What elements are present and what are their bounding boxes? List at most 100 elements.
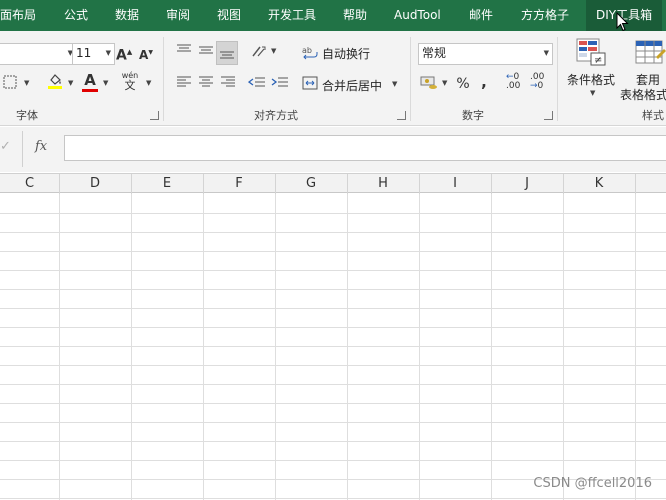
phonetic-bottom-label: 文	[124, 79, 136, 92]
number-format-box[interactable]: 常规 ▼	[418, 43, 553, 65]
comma-style-button[interactable]: ,	[477, 73, 491, 91]
grid-column-line	[59, 194, 60, 500]
grid-row-line	[0, 403, 666, 404]
chevron-down-icon[interactable]: ▼	[68, 79, 73, 87]
font-dialog-launcher-icon[interactable]	[150, 111, 159, 120]
column-header-d[interactable]: D	[59, 174, 132, 194]
tab-view[interactable]: 视图	[217, 0, 241, 31]
chevron-down-icon[interactable]: ▼	[24, 79, 29, 87]
merge-center-label[interactable]: 合并后居中	[322, 77, 382, 94]
column-header-i[interactable]: I	[419, 174, 492, 194]
align-left-icon[interactable]	[175, 75, 193, 95]
chevron-down-icon[interactable]: ▼	[442, 79, 447, 87]
number-group-label: 数字	[462, 109, 484, 122]
font-color-swatch	[82, 89, 98, 92]
increase-decimal-label: .00	[506, 81, 521, 91]
decrease-decimal-button[interactable]: .00 →0	[530, 73, 550, 93]
grid-row-line	[0, 270, 666, 271]
decrease-indent-icon[interactable]	[247, 75, 266, 95]
grid-row-line	[0, 346, 666, 347]
number-dialog-launcher-icon[interactable]	[544, 111, 553, 120]
ribbon-panel: ▼ 11 ▼ A▲ A▼ ▼ ▼ A ▼ wén 文 ▼ 字体 ▼ ab 自动换…	[0, 31, 666, 126]
shrink-font-button[interactable]: A▼	[138, 44, 154, 64]
grid-column-line	[131, 194, 132, 500]
percent-button[interactable]: %	[455, 75, 471, 93]
chevron-down-icon[interactable]: ▼	[106, 44, 111, 62]
grid-row-line	[0, 327, 666, 328]
svg-text:ab: ab	[302, 46, 312, 55]
grid-column-line	[347, 194, 348, 500]
mouse-cursor-icon	[616, 12, 629, 32]
align-top-icon[interactable]	[175, 43, 193, 63]
column-header-e[interactable]: E	[131, 174, 204, 194]
conditional-format-label[interactable]: 条件格式	[567, 71, 615, 88]
number-format-value: 常规	[422, 46, 447, 60]
grid-row-line	[0, 422, 666, 423]
insert-function-fx-icon[interactable]: fx	[35, 139, 47, 154]
column-header-h[interactable]: H	[347, 174, 420, 194]
column-header-k[interactable]: K	[563, 174, 636, 194]
font-name-box[interactable]: ▼	[0, 43, 77, 65]
text-orientation-icon[interactable]	[250, 43, 268, 65]
font-color-button[interactable]: A	[82, 71, 98, 89]
tab-developer[interactable]: 开发工具	[268, 0, 316, 31]
fill-color-icon[interactable]	[46, 71, 64, 95]
tab-audtool[interactable]: AudTool	[394, 0, 441, 31]
increase-indent-icon[interactable]	[271, 75, 289, 95]
grid-row-line	[0, 460, 666, 461]
border-icon[interactable]	[2, 75, 18, 95]
grid-row-line	[0, 232, 666, 233]
align-bottom-button[interactable]	[216, 41, 238, 65]
chevron-down-icon[interactable]: ▼	[544, 44, 549, 62]
align-center-icon[interactable]	[197, 75, 215, 95]
column-header-j[interactable]: J	[491, 174, 564, 194]
font-size-value: 11	[76, 46, 92, 60]
shrink-font-label: A	[139, 48, 149, 62]
chevron-down-icon[interactable]: ▼	[590, 89, 595, 97]
grid-row-line	[0, 308, 666, 309]
tab-data[interactable]: 数据	[115, 0, 139, 31]
tab-help[interactable]: 帮助	[343, 0, 367, 31]
phonetic-guide-button[interactable]: wén 文	[117, 71, 143, 93]
ribbon-separator	[557, 37, 558, 121]
formula-bar: ✓ fx	[0, 127, 666, 172]
chevron-down-icon[interactable]: ▼	[103, 79, 108, 87]
font-color-label: A	[84, 71, 96, 89]
font-size-box[interactable]: 11 ▼	[72, 43, 115, 65]
tab-mail[interactable]: 邮件	[469, 0, 493, 31]
grid-column-line	[635, 194, 636, 500]
confirm-check-icon[interactable]: ✓	[0, 139, 11, 154]
column-header-f[interactable]: F	[203, 174, 276, 194]
conditional-format-icon[interactable]: ≠	[575, 37, 607, 67]
wrap-text-icon[interactable]: ab	[302, 44, 318, 66]
grid-column-line	[419, 194, 420, 500]
table-format-label-line2[interactable]: 表格格式	[620, 86, 666, 103]
column-header-g[interactable]: G	[275, 174, 348, 194]
chevron-down-icon[interactable]: ▼	[271, 47, 276, 55]
align-middle-icon[interactable]	[197, 43, 215, 63]
tab-review[interactable]: 审阅	[166, 0, 190, 31]
chevron-down-icon[interactable]: ▼	[146, 79, 151, 87]
wrap-text-label[interactable]: 自动换行	[322, 45, 370, 62]
column-header-c[interactable]: C	[0, 174, 60, 194]
grid-column-line	[491, 194, 492, 500]
grow-font-button[interactable]: A▲	[116, 43, 132, 65]
accounting-format-icon[interactable]	[420, 74, 438, 96]
font-group-label: 字体	[16, 109, 38, 122]
align-bottom-icon	[220, 51, 234, 59]
align-right-icon[interactable]	[219, 75, 237, 95]
alignment-dialog-launcher-icon[interactable]	[397, 111, 406, 120]
tab-fangfang[interactable]: 方方格子	[521, 0, 569, 31]
merge-center-icon[interactable]	[302, 76, 318, 96]
grid-row-line	[0, 289, 666, 290]
formula-input[interactable]	[64, 135, 666, 161]
tab-formulas[interactable]: 公式	[64, 0, 88, 31]
table-format-icon[interactable]	[634, 39, 666, 67]
grid-row-line	[0, 213, 666, 214]
cell-grid[interactable]	[0, 194, 666, 500]
increase-decimal-button[interactable]: ←0.00	[506, 73, 526, 93]
alignment-group-label: 对齐方式	[254, 109, 298, 122]
grid-row-line	[0, 384, 666, 385]
chevron-down-icon[interactable]: ▼	[392, 80, 397, 88]
tab-page-layout[interactable]: 面布局	[0, 0, 36, 31]
